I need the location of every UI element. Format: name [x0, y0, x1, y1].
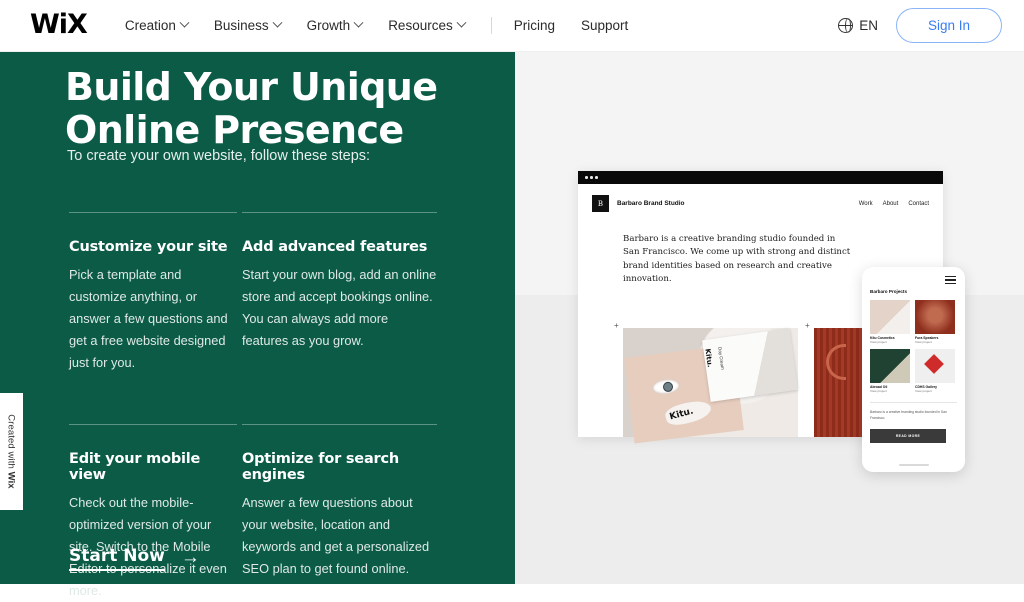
hamburger-menu-icon[interactable]: [945, 276, 956, 286]
start-now-button[interactable]: Start Now →: [69, 546, 200, 571]
mockup-nav-contact[interactable]: Contact: [908, 201, 929, 207]
kitu-cosmetics-image: Kitu. Kitu. Day Cream: [623, 328, 798, 444]
step-body: Start your own blog, add an online store…: [242, 267, 437, 348]
phone-intro-copy: Barbaro is a creative branding studio fo…: [870, 410, 947, 420]
browser-title-bar: [578, 171, 943, 184]
wix-logo[interactable]: WiX: [30, 11, 88, 38]
divider: [870, 402, 957, 403]
globe-icon[interactable]: [837, 17, 854, 33]
plus-icon: +: [805, 321, 810, 330]
mockup-nav-work[interactable]: Work: [859, 201, 873, 207]
read-more-button[interactable]: READ MORE: [870, 429, 946, 444]
chevron-down-icon: [179, 17, 190, 28]
divider: [242, 424, 437, 425]
created-brand: Wix: [6, 471, 18, 489]
phone-project-grid: Kitu Cosmetics View project Fura Speaker…: [870, 300, 957, 393]
nav-item-support[interactable]: Support: [581, 18, 628, 33]
nav-item-resources[interactable]: Resources: [388, 17, 467, 33]
divider: [69, 424, 237, 425]
mockup-site-header: B Barbaro Brand Studio Work About Contac…: [578, 184, 943, 212]
phone-mockup: Barbaro Projects Kitu Cosmetics View pro…: [862, 267, 965, 472]
project-thumbnail: [870, 349, 910, 383]
start-now-label: Start Now: [69, 546, 165, 571]
nav-label-business: Business: [213, 18, 269, 33]
window-dot-icon: [595, 176, 598, 179]
created-with-wix-label: Created with Wix: [6, 414, 17, 488]
plus-icon: +: [614, 321, 619, 330]
gallery-tile-kitu: + Kitu. Kitu. Day Cream: [614, 321, 798, 444]
phone-project-item[interactable]: CDHS Gallery View project: [915, 349, 955, 393]
nav-item-creation[interactable]: Creation: [124, 17, 190, 33]
divider: [69, 212, 237, 213]
main-navigation: Creation Business Growth Resources Prici…: [125, 17, 654, 34]
phone-project-item[interactable]: Abroad Oil View project: [870, 349, 910, 393]
mockup-brand-name: Barbaro Brand Studio: [617, 200, 685, 207]
step-title: Add advanced features: [242, 239, 428, 255]
phone-page-title: Barbaro Projects: [870, 289, 908, 294]
step-title: Customize your site: [69, 239, 228, 255]
home-indicator: [898, 464, 929, 466]
product-box: Kitu. Day Cream: [702, 328, 798, 402]
phone-project-item[interactable]: Fura Speakers View project: [915, 300, 955, 344]
box-product-name: Day Cream: [717, 346, 726, 370]
page-title: Build Your Unique Online Presence: [65, 66, 485, 152]
phone-viewport: Barbaro Projects Kitu Cosmetics View pro…: [862, 267, 965, 472]
speaker-handle: [826, 344, 846, 380]
nav-item-growth[interactable]: Growth: [306, 17, 364, 33]
project-thumbnail: [870, 300, 910, 334]
mockup-navigation: Work About Contact: [859, 201, 929, 207]
box-brand-mark: Kitu.: [703, 348, 714, 368]
header-actions: EN Sign In: [837, 8, 1002, 43]
project-subcaption: View project: [870, 340, 887, 344]
project-thumbnail: [915, 300, 955, 334]
nav-item-business[interactable]: Business: [213, 17, 283, 33]
nav-label-resources: Resources: [388, 18, 453, 33]
step-card-advanced-features: Add advanced features Start your own blo…: [242, 212, 437, 374]
chevron-down-icon: [272, 17, 283, 28]
sign-in-button[interactable]: Sign In: [895, 8, 1002, 43]
site-header: WiX Creation Business Growth Resources P…: [0, 0, 1024, 52]
project-subcaption: View project: [915, 389, 932, 393]
mockup-nav-about[interactable]: About: [883, 201, 899, 207]
arrow-right-icon: →: [180, 547, 200, 568]
step-body: Answer a few questions about your websit…: [242, 495, 430, 576]
nav-label-growth: Growth: [306, 18, 351, 33]
step-title: Optimize for search engines: [242, 451, 399, 483]
language-selector[interactable]: EN: [859, 18, 878, 33]
created-with-wix-badge[interactable]: Created with Wix: [0, 393, 23, 510]
project-subcaption: View project: [915, 340, 932, 344]
chevron-down-icon: [456, 17, 467, 28]
eye-detail: [651, 377, 681, 396]
headline-line-2: Online Presence: [65, 107, 404, 152]
step-card-mobile-view: Edit your mobile view Check out the mobi…: [69, 424, 237, 602]
divider: [242, 212, 437, 213]
chevron-down-icon: [353, 17, 364, 28]
hero-stage: Build Your Unique Online Presence To cre…: [0, 52, 1024, 598]
step-title: Edit your mobile view: [69, 451, 201, 483]
project-thumbnail: [915, 349, 955, 383]
step-card-seo: Optimize for search engines Answer a few…: [242, 424, 437, 602]
nav-label-creation: Creation: [124, 18, 176, 33]
hero-subheading: To create your own website, follow these…: [67, 148, 371, 164]
headline-line-1: Build Your Unique: [65, 65, 438, 109]
window-dot-icon: [585, 176, 588, 179]
window-dot-icon: [590, 176, 593, 179]
pupil-detail: [662, 381, 674, 393]
steps-grid: Customize your site Pick a template and …: [69, 212, 449, 602]
phone-project-item[interactable]: Kitu Cosmetics View project: [870, 300, 910, 344]
step-card-customize: Customize your site Pick a template and …: [69, 212, 237, 374]
nav-item-pricing[interactable]: Pricing: [514, 18, 555, 33]
created-prefix: Created with: [6, 414, 18, 472]
project-subcaption: View project: [870, 389, 887, 393]
step-body: Pick a template and customize anything, …: [69, 267, 228, 370]
mockup-logo: B: [592, 195, 609, 212]
nav-divider: [490, 17, 492, 34]
mockup-intro-copy: Barbaro is a creative branding studio fo…: [623, 234, 851, 284]
